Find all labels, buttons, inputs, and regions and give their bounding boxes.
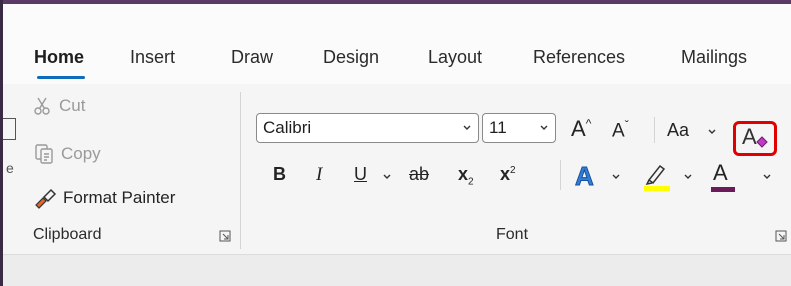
highlight-color-button[interactable] xyxy=(643,160,671,192)
clipboard-group-label: Clipboard xyxy=(33,226,102,243)
font-color-swatch xyxy=(711,187,735,192)
chevron-down-icon[interactable] xyxy=(382,173,392,181)
tab-layout[interactable]: Layout xyxy=(428,47,482,68)
subscript-digit: 2 xyxy=(468,176,474,188)
tab-insert[interactable]: Insert xyxy=(130,47,175,68)
change-case-label: Aa xyxy=(667,120,690,140)
chevron-down-icon xyxy=(540,125,548,130)
text-effects-button[interactable]: A xyxy=(573,160,603,192)
text-effects-icon: A xyxy=(575,161,595,192)
highlighter-icon xyxy=(644,164,670,191)
tab-draw[interactable]: Draw xyxy=(231,47,273,68)
scissors-icon xyxy=(33,96,53,116)
paste-button-partial[interactable] xyxy=(2,118,16,140)
subscript-button[interactable]: x2 xyxy=(458,164,474,188)
tab-design[interactable]: Design xyxy=(323,47,379,68)
font-color-button[interactable]: A xyxy=(711,160,735,192)
underline-button[interactable]: U xyxy=(354,164,367,185)
font-dialog-launcher-icon[interactable] xyxy=(775,230,787,242)
format-painter-label: Format Painter xyxy=(63,188,176,207)
subscript-label: x xyxy=(458,164,469,184)
tab-references[interactable]: References xyxy=(533,47,625,68)
font-group-label: Font xyxy=(496,226,529,243)
bold-button[interactable]: B xyxy=(273,164,286,185)
italic-button[interactable]: I xyxy=(316,164,322,186)
caret-down-icon: ˇ xyxy=(624,118,629,132)
copy-label: Copy xyxy=(61,144,101,163)
chevron-down-icon[interactable] xyxy=(611,173,621,181)
superscript-button[interactable]: x2 xyxy=(500,164,516,185)
paintbrush-icon xyxy=(33,187,57,209)
change-case-button[interactable]: Aa xyxy=(667,120,689,141)
cut-label: Cut xyxy=(59,96,86,115)
copy-icon xyxy=(33,143,55,165)
tab-home[interactable]: Home xyxy=(34,47,84,68)
separator xyxy=(654,117,655,143)
svg-text:A: A xyxy=(575,161,594,190)
paste-label-partial: e xyxy=(6,160,14,176)
italic-label: I xyxy=(316,164,323,185)
chevron-down-icon[interactable] xyxy=(762,173,772,181)
shrink-font-button[interactable]: Aˇ xyxy=(612,118,629,142)
separator xyxy=(560,160,561,190)
strikethrough-button[interactable]: ab xyxy=(409,164,429,185)
chevron-down-icon xyxy=(463,125,471,130)
font-size-combobox[interactable]: 11 xyxy=(482,113,556,143)
clipboard-dialog-launcher-icon[interactable] xyxy=(219,230,231,242)
grow-font-glyph: A xyxy=(571,116,586,141)
font-name-combobox[interactable]: Calibri xyxy=(256,113,479,143)
ribbon-tabs: Home Insert Draw Design Layout Reference… xyxy=(3,4,791,84)
caret-up-icon: ^ xyxy=(585,116,592,131)
font-name-value: Calibri xyxy=(263,118,312,137)
ribbon-home-panel xyxy=(3,84,791,255)
chevron-down-icon[interactable] xyxy=(683,173,693,181)
superscript-digit: 2 xyxy=(510,165,516,176)
grow-font-button[interactable]: A^ xyxy=(571,116,591,142)
chevron-down-icon[interactable] xyxy=(707,128,717,136)
tab-mailings[interactable]: Mailings xyxy=(681,47,747,68)
active-tab-indicator xyxy=(37,76,85,79)
callout-highlight-box xyxy=(733,121,777,156)
copy-button[interactable]: Copy xyxy=(33,143,101,165)
shrink-font-glyph: A xyxy=(612,120,625,142)
superscript-label: x xyxy=(500,164,511,184)
window-left-border xyxy=(0,0,3,286)
format-painter-button[interactable]: Format Painter xyxy=(33,187,175,209)
font-size-value: 11 xyxy=(489,118,507,137)
document-area xyxy=(3,255,791,286)
font-color-label: A xyxy=(713,160,728,185)
cut-button[interactable]: Cut xyxy=(33,96,85,116)
underline-label: U xyxy=(354,164,367,184)
group-separator xyxy=(240,92,241,249)
strikethrough-label: ab xyxy=(409,164,430,184)
bold-label: B xyxy=(273,164,286,184)
